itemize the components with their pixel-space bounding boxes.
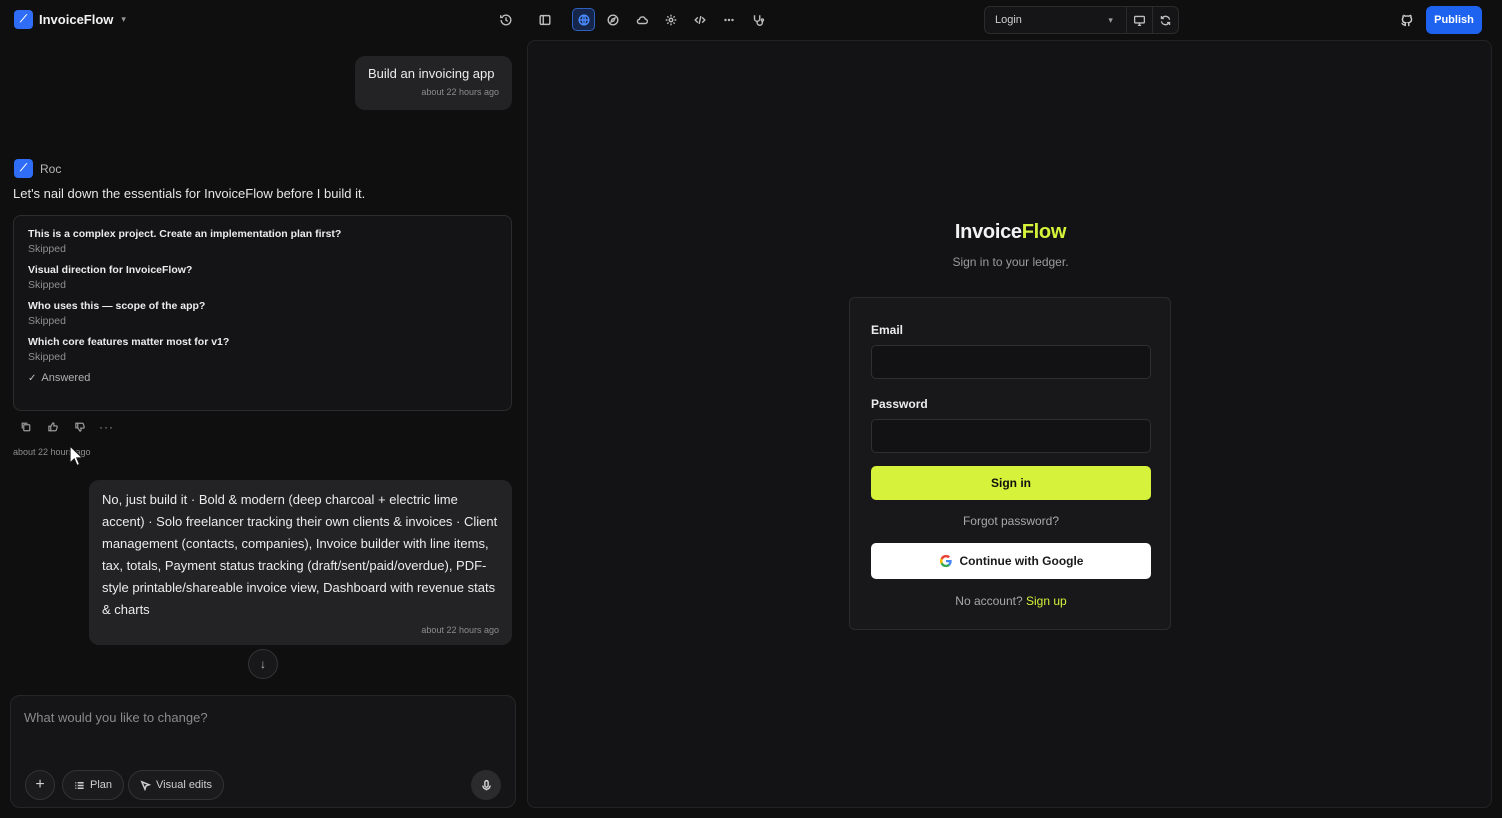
- question-text: Which core features matter most for v1?: [28, 336, 230, 348]
- preview-app-title: InvoiceFlow: [528, 221, 1493, 244]
- question-status: Skipped: [28, 243, 66, 255]
- forgot-password-link[interactable]: Forgot password?: [850, 514, 1172, 528]
- toolbar: [494, 8, 769, 31]
- question-text: Who uses this — scope of the app?: [28, 300, 206, 312]
- answered-status: ✓ Answered: [28, 372, 497, 384]
- question-item: Who uses this — scope of the app? Skippe…: [28, 300, 497, 327]
- preview-subtitle: Sign in to your ledger.: [952, 255, 1069, 269]
- check-icon: ✓: [28, 372, 37, 384]
- route-select[interactable]: Login ▾: [984, 6, 1179, 34]
- microphone-icon: [481, 779, 491, 790]
- github-icon[interactable]: [1396, 9, 1418, 31]
- no-account-row: No account? Sign up: [850, 594, 1172, 608]
- login-card: Email Password Sign in Forgot password? …: [849, 297, 1171, 630]
- email-field[interactable]: [871, 345, 1151, 379]
- stethoscope-icon[interactable]: [746, 8, 769, 31]
- arrow-down-icon: ↓: [260, 657, 266, 671]
- question-status: Skipped: [28, 315, 66, 327]
- question-status: Skipped: [28, 351, 66, 363]
- chat-panel: Build an invoicing app about 22 hours ag…: [0, 40, 527, 818]
- google-button-label: Continue with Google: [959, 554, 1084, 568]
- more-icon[interactable]: ···: [99, 419, 114, 434]
- question-item: This is a complex project. Create an imp…: [28, 228, 497, 255]
- plan-button[interactable]: Plan: [62, 770, 125, 800]
- message-text: Build an invoicing app: [368, 66, 495, 81]
- app-logo-icon: ⟋: [14, 10, 33, 29]
- sign-in-button[interactable]: Sign in: [871, 466, 1151, 500]
- question-item: Visual direction for InvoiceFlow? Skippe…: [28, 264, 497, 291]
- project-switcher[interactable]: ⟋ InvoiceFlow ▾: [14, 10, 126, 29]
- assistant-name: Roc: [40, 161, 62, 176]
- composer: + Plan Visual edits: [10, 695, 516, 808]
- settings-icon[interactable]: [659, 8, 682, 31]
- google-icon: [939, 554, 952, 568]
- answered-label: Answered: [41, 372, 91, 384]
- sidebar-toggle-icon[interactable]: [533, 8, 556, 31]
- assistant-message-text: Let's nail down the essentials for Invoi…: [13, 186, 366, 201]
- copy-icon[interactable]: [18, 419, 33, 434]
- question-text: Visual direction for InvoiceFlow?: [28, 264, 193, 276]
- questions-card: This is a complex project. Create an imp…: [13, 215, 512, 411]
- route-select-value: Login: [995, 14, 1022, 26]
- code-icon[interactable]: [688, 8, 711, 31]
- sign-up-link[interactable]: Sign up: [1026, 594, 1067, 608]
- pointer-icon: [140, 779, 151, 791]
- thumbs-up-icon[interactable]: [45, 419, 60, 434]
- refresh-icon[interactable]: [1152, 7, 1178, 33]
- app-preview: InvoiceFlow Sign in to your ledger. Emai…: [527, 40, 1492, 808]
- history-icon[interactable]: [494, 8, 517, 31]
- assistant-avatar-icon: ⟋: [14, 159, 33, 178]
- message-actions: ···: [18, 419, 114, 434]
- title-accent: Flow: [1021, 221, 1067, 243]
- project-name: InvoiceFlow: [39, 12, 114, 27]
- plan-icon: [75, 781, 84, 789]
- message-timestamp: about 22 hours ago: [421, 625, 499, 635]
- user-message: Build an invoicing app about 22 hours ag…: [355, 56, 512, 110]
- message-timestamp: about 22 hours ago: [421, 87, 499, 97]
- mouse-cursor-icon: [69, 444, 84, 467]
- email-label: Email: [871, 323, 904, 337]
- plus-icon: +: [35, 776, 45, 793]
- add-attachment-button[interactable]: +: [25, 770, 55, 800]
- prompt-input[interactable]: [24, 710, 494, 725]
- password-label: Password: [871, 397, 928, 411]
- chevron-down-icon: ▾: [121, 14, 126, 24]
- scroll-to-bottom-button[interactable]: ↓: [248, 649, 278, 679]
- microphone-button[interactable]: [471, 770, 501, 800]
- question-item: Which core features matter most for v1? …: [28, 336, 497, 363]
- question-status: Skipped: [28, 279, 66, 291]
- more-icon[interactable]: [717, 8, 740, 31]
- visual-edits-button[interactable]: Visual edits: [128, 770, 225, 800]
- google-sign-in-button[interactable]: Continue with Google: [871, 543, 1151, 579]
- no-account-text: No account?: [955, 594, 1023, 608]
- assistant-header: ⟋ Roc: [14, 159, 61, 178]
- user-message: No, just build it · Bold & modern (deep …: [89, 480, 512, 645]
- title-main: Invoice: [954, 221, 1022, 243]
- publish-button[interactable]: Publish: [1426, 6, 1482, 34]
- cloud-icon[interactable]: [630, 8, 653, 31]
- compass-icon[interactable]: [601, 8, 624, 31]
- chevron-down-icon: ▾: [1108, 14, 1113, 25]
- plan-label: Plan: [90, 779, 113, 791]
- thumbs-down-icon[interactable]: [72, 419, 87, 434]
- question-text: This is a complex project. Create an imp…: [28, 228, 342, 240]
- top-bar: ⟋ InvoiceFlow ▾ Login ▾ Publish: [0, 0, 1502, 40]
- visual-edits-label: Visual edits: [156, 779, 213, 791]
- message-text: No, just build it · Bold & modern (deep …: [102, 492, 498, 617]
- desktop-icon[interactable]: [1126, 7, 1152, 33]
- globe-icon[interactable]: [572, 8, 595, 31]
- password-field[interactable]: [871, 419, 1151, 453]
